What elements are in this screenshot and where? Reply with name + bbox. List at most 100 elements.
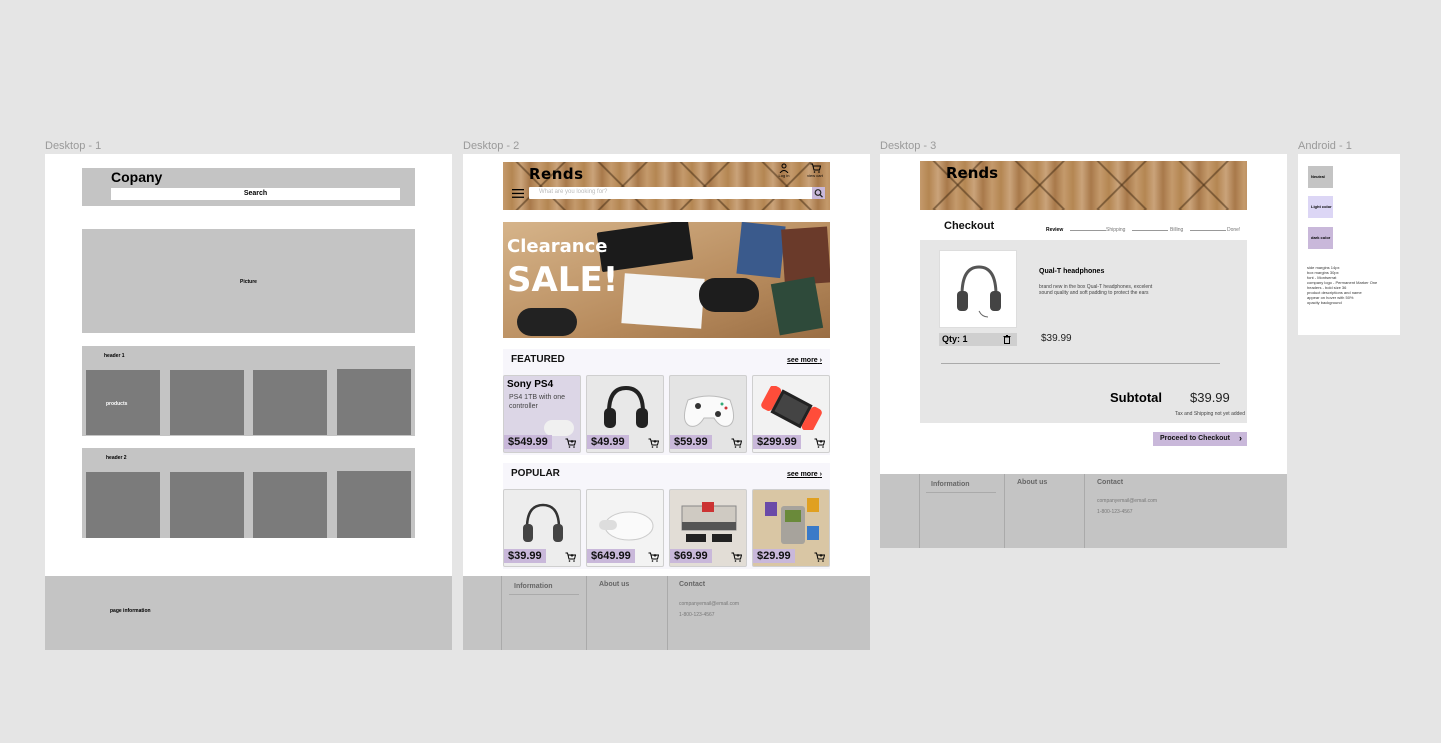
style-notes: side margins 14px box margins 30px font … xyxy=(1307,265,1397,305)
chevron-right-icon: › xyxy=(819,357,822,364)
wireframe-footer: page information xyxy=(45,576,452,650)
add-to-cart-icon[interactable] xyxy=(648,438,659,448)
footer-page-info: page information xyxy=(110,608,151,614)
login-button[interactable]: Log in xyxy=(774,163,794,178)
footer-phone: 1-800-123-4567 xyxy=(1097,509,1133,515)
user-icon xyxy=(779,163,789,173)
product-description: PS4 1TB with one controller xyxy=(509,394,566,410)
footer-divider xyxy=(586,576,587,650)
cart-item-image xyxy=(939,250,1017,328)
product-card[interactable] xyxy=(337,369,411,435)
product-card[interactable]: products xyxy=(86,370,160,435)
banner-clearance-text: Clearance xyxy=(507,236,608,257)
subtotal-value: $39.99 xyxy=(1190,390,1230,405)
store-logo[interactable]: Rends xyxy=(529,165,584,183)
tax-note: Tax and Shipping not yet added xyxy=(1174,411,1245,417)
footer-about-link[interactable]: About us xyxy=(599,581,629,588)
product-price: $29.99 xyxy=(753,549,795,563)
cart-item-price: $39.99 xyxy=(1041,333,1072,344)
add-to-cart-icon[interactable] xyxy=(648,552,659,562)
popular-title: POPULAR xyxy=(511,468,560,479)
store-header: Rends Log in view cart What are you look… xyxy=(503,162,830,210)
checkout-title: Checkout xyxy=(944,220,995,232)
checkout-footer: Information About us Contact companyemai… xyxy=(880,474,1287,548)
trash-icon[interactable] xyxy=(1003,335,1011,344)
footer-contact-title: Contact xyxy=(679,581,706,588)
gameboy-image xyxy=(765,498,819,544)
product-card-headphones[interactable]: $49.99 xyxy=(586,375,664,453)
footer-underline xyxy=(926,492,996,493)
game-case-image xyxy=(736,222,786,279)
subtotal-label: Subtotal xyxy=(1110,390,1162,405)
section-1: header 1 products xyxy=(82,346,415,436)
step-billing-label[interactable]: Billing xyxy=(1170,227,1183,233)
frame-desktop-1: Copany Search Picture header 1 products … xyxy=(45,154,452,650)
wireframe-header: Copany Search xyxy=(82,168,415,206)
checkout-stepper: Review Shipping Billing Done! xyxy=(1040,224,1244,240)
section-2-header: header 2 xyxy=(106,455,127,461)
product-card-ps4[interactable]: Sony PS4 PS4 1TB with one controller $54… xyxy=(503,375,581,453)
section-1-header: header 1 xyxy=(104,353,125,359)
frame-label-desktop-3: Desktop - 3 xyxy=(880,140,937,152)
product-card[interactable] xyxy=(253,370,327,435)
view-cart-button[interactable]: view cart xyxy=(801,163,829,178)
search-input[interactable]: What are you looking for? xyxy=(529,187,825,199)
product-card-vr-headset[interactable]: $649.99 xyxy=(586,489,664,567)
clearance-banner[interactable]: Clearance SALE! xyxy=(503,222,830,338)
step-review-tab[interactable]: Review xyxy=(1040,224,1076,238)
footer-email[interactable]: companyemail@email.com xyxy=(679,601,739,607)
add-to-cart-icon[interactable] xyxy=(565,438,576,448)
proceed-to-checkout-button[interactable]: Proceed to Checkout › xyxy=(1153,432,1247,446)
popular-see-more-link[interactable]: see more › xyxy=(787,471,822,478)
add-to-cart-icon[interactable] xyxy=(565,552,576,562)
product-card[interactable] xyxy=(170,370,244,435)
product-card[interactable] xyxy=(253,472,327,538)
store-logo[interactable]: Rends xyxy=(946,164,998,182)
add-to-cart-icon[interactable] xyxy=(814,552,825,562)
view-cart-label: view cart xyxy=(807,173,823,178)
product-card-label: products xyxy=(106,401,128,407)
nes-console-image xyxy=(681,502,737,542)
xbox-controller-image xyxy=(684,395,734,427)
product-card[interactable] xyxy=(86,472,160,538)
product-card-nintendo-switch[interactable]: $299.99 xyxy=(752,375,830,453)
step-shipping-label[interactable]: Shipping xyxy=(1106,227,1125,233)
swatch-light: Light color xyxy=(1308,196,1333,218)
console-manual-image xyxy=(621,273,705,329)
headphones-image xyxy=(957,265,1001,318)
add-to-cart-icon[interactable] xyxy=(731,438,742,448)
product-card[interactable] xyxy=(170,472,244,538)
ps4-controller-image xyxy=(544,420,574,436)
footer-information-link[interactable]: Information xyxy=(514,583,553,590)
product-card-gameboy[interactable]: $29.99 xyxy=(752,489,830,567)
product-card-wired-headphones[interactable]: $39.99 xyxy=(503,489,581,567)
footer-divider xyxy=(501,576,502,650)
frame-label-desktop-1: Desktop - 1 xyxy=(45,140,102,152)
step-done-label[interactable]: Done! xyxy=(1227,227,1240,233)
product-card[interactable] xyxy=(337,471,411,538)
footer-about-link[interactable]: About us xyxy=(1017,479,1047,486)
hero-picture-label: Picture xyxy=(240,279,257,285)
cart-icon xyxy=(810,163,821,173)
footer-divider xyxy=(1084,474,1085,548)
product-price: $49.99 xyxy=(587,435,629,449)
product-card-xbox-controller[interactable]: $59.99 xyxy=(669,375,747,453)
menu-button[interactable] xyxy=(512,189,524,198)
add-to-cart-icon[interactable] xyxy=(814,438,825,448)
swatch-neutral: Neutral xyxy=(1308,166,1333,188)
product-price: $39.99 xyxy=(504,549,546,563)
product-card-nes-console[interactable]: $69.99 xyxy=(669,489,747,567)
search-button[interactable] xyxy=(812,187,825,199)
add-to-cart-icon[interactable] xyxy=(731,552,742,562)
checkout-header: Rends xyxy=(920,161,1247,210)
footer-information-link[interactable]: Information xyxy=(931,481,970,488)
store-footer: Information About us Contact companyemai… xyxy=(463,576,870,650)
search-input[interactable]: Search xyxy=(111,188,400,200)
hero-picture-placeholder: Picture xyxy=(82,229,415,333)
footer-email[interactable]: companyemail@email.com xyxy=(1097,498,1157,504)
search-placeholder: What are you looking for? xyxy=(539,189,608,195)
cart-divider xyxy=(941,363,1220,364)
featured-see-more-link[interactable]: see more › xyxy=(787,357,822,364)
quantity-control[interactable]: Qty: 1 xyxy=(939,333,1017,346)
swatch-label: Neutral xyxy=(1311,174,1325,179)
